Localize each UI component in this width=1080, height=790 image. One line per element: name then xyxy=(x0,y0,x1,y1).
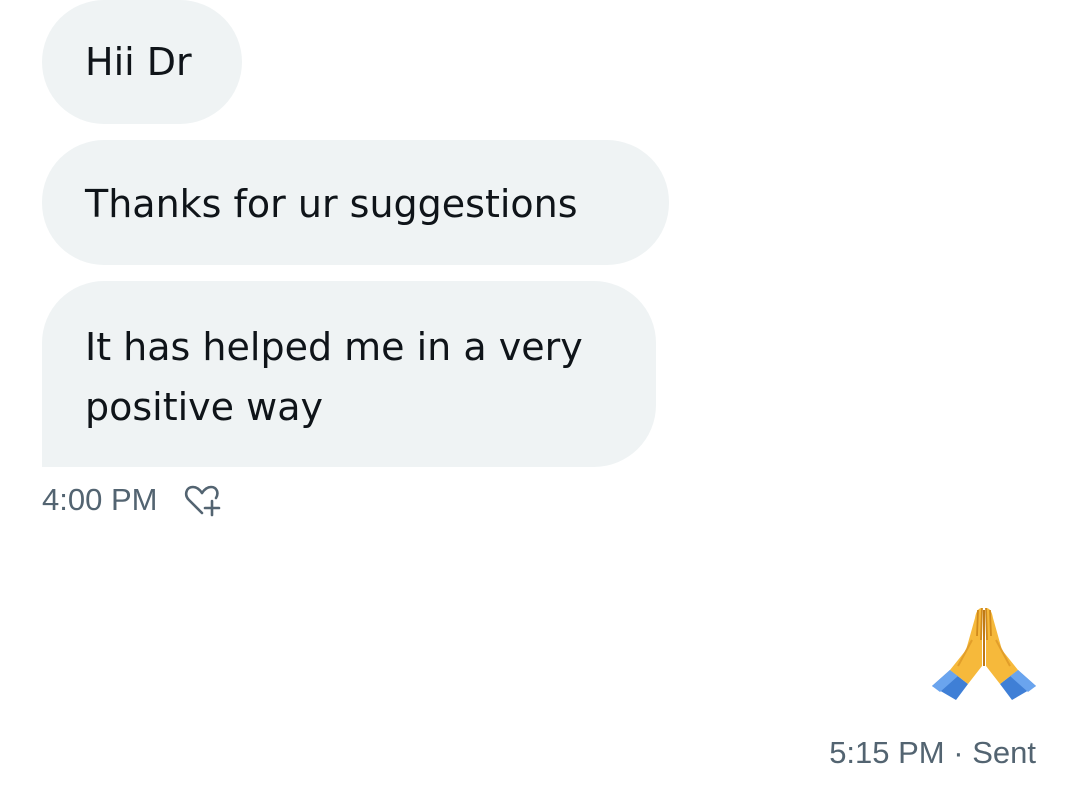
dm-conversation: Hii Dr Thanks for ur suggestions It has … xyxy=(0,0,1080,790)
sent-message-meta: 5:15 PM · Sent xyxy=(829,735,1036,771)
received-message-bubble[interactable]: Thanks for ur suggestions xyxy=(42,140,669,265)
meta-separator: · xyxy=(953,735,964,770)
received-message-meta: 4:00 PM xyxy=(42,478,223,522)
received-message-bubble[interactable]: It has helped me in a very positive way xyxy=(42,281,656,467)
sent-status: Sent xyxy=(972,735,1036,770)
sent-timestamp: 5:15 PM xyxy=(829,735,945,770)
heart-plus-icon[interactable] xyxy=(181,479,223,521)
folded-hands-icon[interactable] xyxy=(928,600,1040,706)
received-message-bubble[interactable]: Hii Dr xyxy=(42,0,242,124)
received-timestamp: 4:00 PM xyxy=(42,482,158,517)
